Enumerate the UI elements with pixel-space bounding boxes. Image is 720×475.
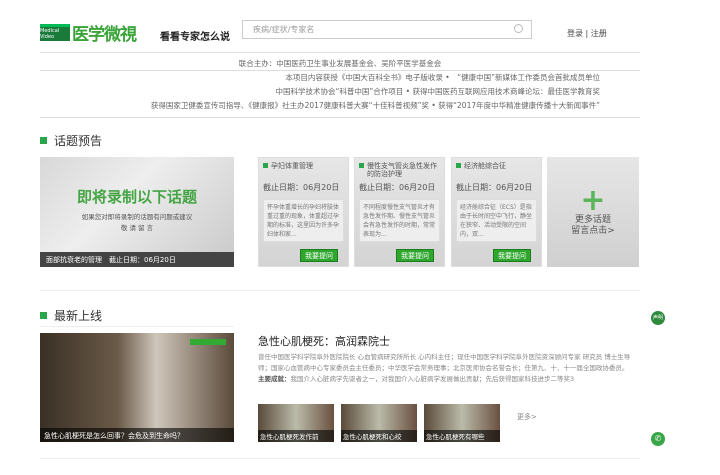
topic-body: 不同程度慢性支气管炎才有急性发作期、慢性支气管炎会有急性发作的时期，常常表现为.… — [359, 199, 440, 242]
bullet-icon — [40, 137, 47, 144]
logo[interactable]: Medical Video 医学微視 — [40, 20, 137, 45]
statement-button[interactable]: 声明 — [651, 311, 665, 325]
topic-card[interactable]: 经济舱综合征截止日期：06月20日经济舱综合征（ECS）是指由于长时间空中飞行，… — [451, 157, 542, 267]
topic-card[interactable]: 慢性支气管炎急性发作的防治护理截止日期：06月20日不同程度慢性支气管炎才有急性… — [354, 157, 445, 267]
ask-button[interactable]: 我要提问 — [396, 249, 434, 262]
video-thumbnail[interactable]: 急性心肌梗死发作前 — [258, 404, 334, 442]
search-icon[interactable] — [514, 24, 523, 33]
plus-icon: + — [580, 183, 606, 218]
section-title-latest: 最新上线 — [40, 307, 102, 324]
topic-title: 慢性支气管炎急性发作的防治护理 — [359, 162, 440, 180]
video-thumbnail[interactable]: 急性心肌梗死有哪些 — [424, 404, 500, 442]
more-topics-button[interactable]: + 更多话题 留言点击> — [547, 157, 639, 267]
video-caption: 急性心肌梗死是怎么回事？会危及到生命吗？ — [40, 428, 234, 442]
logo-text: 医学微視 — [72, 25, 137, 45]
banner-caption: 面部抗衰老的管理 截止日期：06月20日 — [40, 252, 234, 267]
sponsor-text: 联合主办：中国医药卫生事业发展基金会、吴阶平医学基金会 — [238, 59, 442, 68]
topic-body: 经济舱综合征（ECS）是指由于长时间空中飞行，静坐在狭窄、活动受限的空间内，双.… — [456, 199, 537, 242]
featured-video[interactable]: 急性心肌梗死是怎么回事？会危及到生命吗？ — [40, 333, 234, 442]
topic-card[interactable]: 孕妇体重管理截止日期：06月20日怀孕体重增长的孕妇将肢体重过重的现象，体重超过… — [258, 157, 349, 267]
more-topics-label: 更多话题 — [574, 215, 611, 225]
info-lines: 本项目内容获授《中国大百科全书》电子版收录 • “健康中国”新媒体工作委员会首批… — [40, 71, 600, 113]
topic-title: 经济舱综合征 — [456, 162, 537, 180]
search-input[interactable]: 疾病/症状/专家名 — [242, 20, 532, 39]
bullet-icon — [40, 312, 47, 319]
divider — [40, 458, 640, 459]
info-line: 中国科学技术协会“科普中国”合作项目 • 获得中国医药互联网应用技术商峰论坛：最… — [275, 87, 600, 96]
logo-mark: Medical Video — [40, 24, 70, 41]
section-title-topics: 话题预告 — [40, 132, 102, 149]
divider — [40, 117, 640, 118]
ask-button[interactable]: 我要提问 — [493, 249, 531, 262]
info-line: 本项目内容获授《中国大百科全书》电子版收录 • “健康中国”新媒体工作委员会首批… — [285, 73, 600, 82]
bullet-icon — [263, 163, 268, 168]
section-title-text: 最新上线 — [54, 309, 103, 323]
wechat-icon[interactable]: ✆ — [651, 432, 665, 446]
topic-date: 截止日期：06月20日 — [263, 183, 340, 192]
topic-body: 怀孕体重增长的孕妇将肢体重过重的现象，体重超过孕期的标准，这里因为许多孕妇体和家… — [263, 199, 344, 242]
banner-title: 即将录制以下话题 — [76, 188, 197, 206]
banner-sub: 如果您对即将录制的话题有问题或建议敬 请 留 言 — [81, 213, 193, 232]
topic-title: 孕妇体重管理 — [263, 162, 344, 180]
divider — [40, 326, 234, 327]
bullet-icon — [359, 163, 364, 168]
info-line: 获得国家卫健委宣传司指导、《健康报》社主办2017健康科普大赛“十佳科普视频”奖… — [150, 101, 600, 110]
topic-date: 截止日期：06月20日 — [456, 183, 533, 192]
section-title-text: 话题预告 — [54, 134, 103, 148]
leave-message-label: 留言点击> — [571, 226, 615, 236]
brand-mark — [190, 339, 226, 345]
video-headline[interactable]: 急性心肌梗死：高润霖院士 — [258, 333, 390, 349]
topic-date: 截止日期：06月20日 — [359, 183, 436, 192]
slogan: 看看专家怎么说 — [160, 32, 230, 43]
divider — [40, 52, 640, 53]
login-register-link[interactable]: 登录 | 注册 — [567, 28, 607, 39]
divider — [40, 290, 640, 291]
ask-button[interactable]: 我要提问 — [300, 249, 338, 262]
more-link[interactable]: 更多> — [517, 412, 537, 422]
video-thumbnail[interactable]: 急性心肌梗死和心绞 — [341, 404, 417, 442]
bullet-icon — [456, 163, 461, 168]
topic-banner[interactable]: 即将录制以下话题 如果您对即将录制的话题有问题或建议敬 请 留 言 面部抗衰老的… — [40, 157, 234, 267]
expert-description: 曾任中国医学科学院阜外医院院长 心血管病研究所所长 心内科主任；现任中国医学科学… — [258, 353, 631, 383]
search-placeholder: 疾病/症状/专家名 — [253, 25, 315, 34]
